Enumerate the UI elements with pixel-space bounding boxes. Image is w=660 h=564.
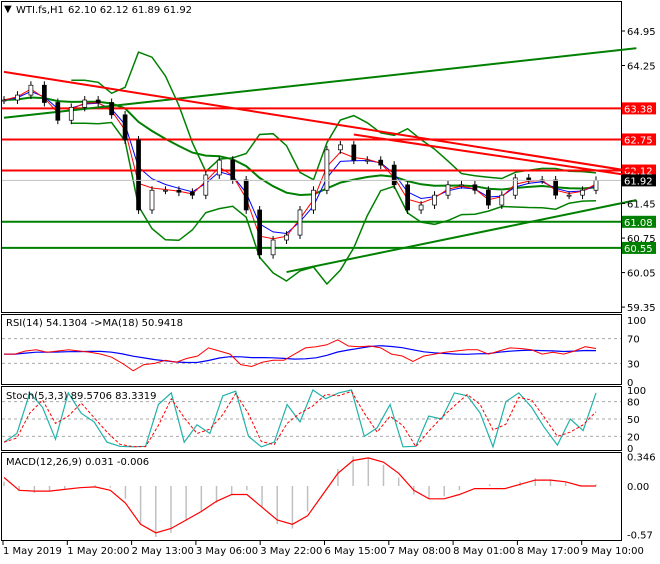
candle-body — [136, 139, 141, 211]
candle-body — [95, 99, 101, 103]
candle-body — [230, 159, 236, 181]
candle-body — [190, 191, 195, 196]
candle-body — [163, 189, 168, 192]
macd-tick-label: -0.57 — [627, 530, 653, 541]
level-label: 63.38 — [624, 104, 653, 115]
candle-body — [580, 189, 585, 196]
candle-body — [270, 239, 276, 256]
time-label: 1 May 2019 — [3, 546, 62, 557]
candle-body — [418, 204, 424, 211]
current-price-label: 61.92 — [624, 176, 653, 187]
candle-body — [1, 99, 7, 102]
candle-body — [122, 114, 128, 141]
candle-body — [311, 189, 316, 211]
candle-body — [42, 84, 47, 103]
candle-body — [566, 194, 572, 197]
candle-body — [472, 184, 478, 191]
collapse-triangle-icon[interactable]: ▼ — [4, 4, 12, 15]
time-label: 8 May 17:00 — [517, 546, 579, 557]
candle-body — [499, 194, 505, 206]
candle-body — [28, 84, 34, 96]
time-label: 3 May 22:00 — [260, 546, 322, 557]
candle-body — [553, 179, 558, 196]
candle-body — [593, 180, 599, 191]
time-label: 6 May 15:00 — [325, 546, 387, 557]
candle-body — [324, 149, 330, 191]
candle-body — [391, 164, 397, 186]
time-label: 2 May 13:00 — [132, 546, 194, 557]
candle-body — [68, 107, 74, 121]
candle-body — [15, 94, 20, 101]
symbol-label: WTI.fs,H1 — [16, 5, 64, 16]
stoch-title: Stoch(5,3,3) 89.5706 83.3319 — [6, 391, 157, 402]
candle-body — [243, 179, 249, 211]
candle-body — [364, 159, 370, 162]
time-label: 7 May 08:00 — [389, 546, 451, 557]
candle-body — [351, 144, 357, 161]
ohlc-values: 62.10 62.12 61.89 61.92 — [68, 5, 192, 16]
candle-body — [486, 189, 491, 206]
candle-body — [432, 194, 437, 206]
candle-body — [109, 102, 114, 116]
trading-chart[interactable]: 63.3862.7562.1261.0860.5561.9264.9564.25… — [0, 0, 660, 560]
stoch-tick-label: 100 — [627, 386, 646, 397]
time-label: 3 May 06:00 — [196, 546, 258, 557]
price-tick-label: 59.35 — [627, 303, 656, 314]
candle-body — [445, 184, 451, 196]
time-label: 1 May 20:00 — [67, 546, 129, 557]
candle-body — [149, 189, 155, 211]
candle-body — [378, 159, 384, 166]
candle-body — [82, 99, 88, 108]
stoch-tick-label: 50 — [627, 415, 640, 426]
candle-body — [55, 102, 61, 121]
level-label: 60.55 — [624, 244, 653, 255]
macd-tick-label: 0.346 — [627, 453, 656, 464]
price-tick-label: 64.95 — [627, 27, 656, 38]
level-label: 61.08 — [624, 218, 653, 229]
rsi-tick-label: 70 — [627, 335, 640, 346]
candle-body — [459, 184, 464, 187]
stoch-tick-label: 80 — [627, 398, 640, 409]
candle-body — [284, 234, 289, 241]
price-tick-label: 60.75 — [627, 234, 656, 245]
rsi-tick-label: 100 — [627, 316, 646, 327]
rsi-title: RSI(14) 54.1304 ->MA(18) 50.9418 — [6, 318, 183, 329]
time-label: 8 May 01:00 — [453, 546, 515, 557]
price-tick-label: 61.45 — [627, 200, 656, 211]
rsi-tick-label: 30 — [627, 359, 640, 370]
candle-body — [297, 209, 303, 236]
price-tick-label: 64.25 — [627, 62, 656, 73]
main-panel — [1, 1, 622, 313]
candle-body — [203, 174, 209, 196]
time-label: 9 May 10:00 — [582, 546, 644, 557]
candle-body — [405, 184, 410, 211]
macd-tick-label: 0.00 — [627, 482, 649, 493]
level-label: 62.75 — [624, 135, 653, 146]
candle-body — [216, 159, 222, 176]
candle-body — [257, 209, 262, 256]
candle-body — [338, 144, 343, 151]
price-tick-label: 60.05 — [627, 269, 656, 280]
stoch-tick-label: 20 — [627, 432, 640, 443]
candle-body — [176, 189, 182, 193]
candle-body — [526, 177, 532, 181]
macd-title: MACD(12,26,9) 0.031 -0.006 — [6, 457, 149, 468]
